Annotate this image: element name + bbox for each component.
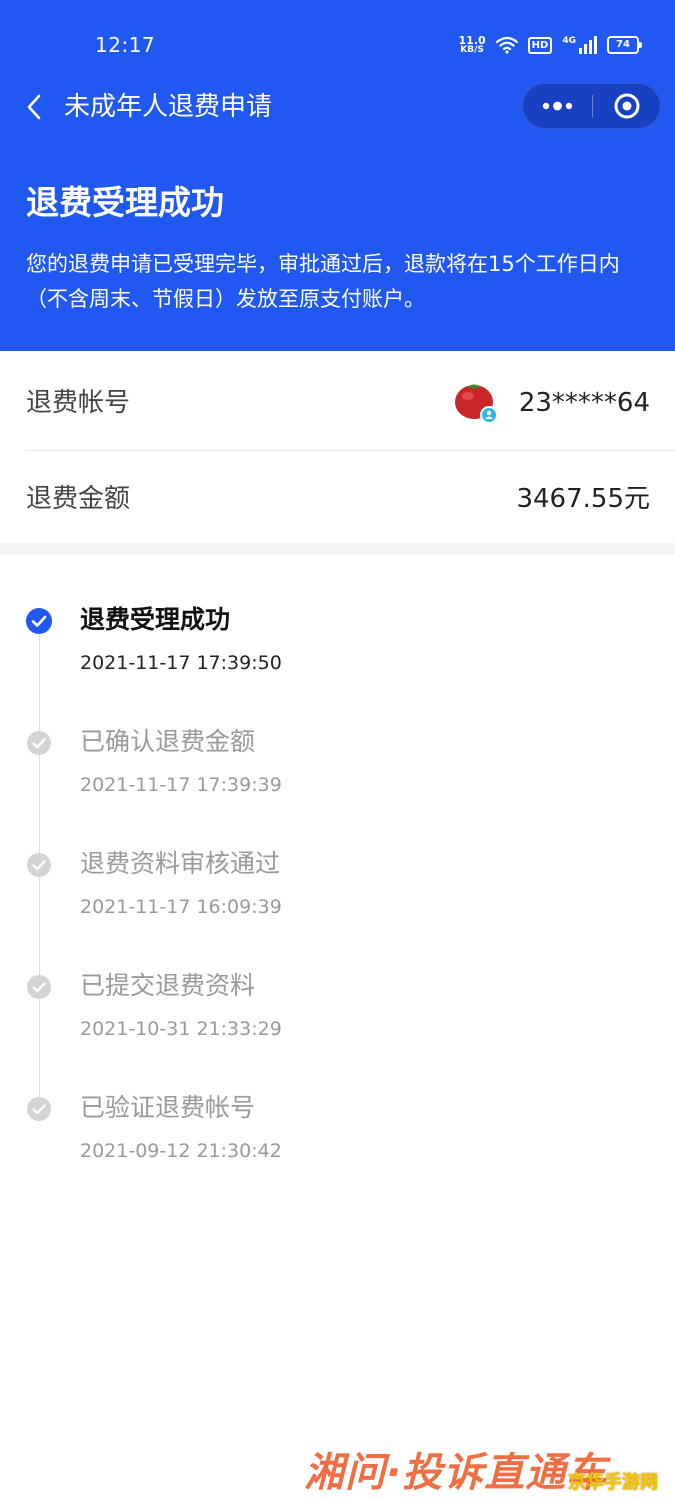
corner-watermark: 京华手游网 [568,1472,658,1493]
amount-row: 退费金额 3467.55元 [0,451,675,546]
network-speed-unit: KB/S [460,45,484,55]
step-title: 退费资料审核通过 [80,849,281,878]
account-label: 退费帐号 [26,388,131,418]
amount-value: 3467.55元 [516,484,650,514]
success-title: 退费受理成功 [26,183,224,222]
step-title: 已验证退费帐号 [80,1093,256,1122]
close-button[interactable] [593,84,660,128]
account-value: 23*****64 [518,388,650,418]
signal-type: 4G [562,36,576,46]
target-circle-icon [614,93,640,119]
wifi-icon [495,36,518,54]
status-bar: 12:17 11.0 KB/S HD 4G 74 [0,0,675,90]
avatar [455,384,498,424]
timeline-step: 退费资料审核通过 2021-11-17 16:09:39 [0,844,675,954]
check-circle-gray-icon [27,731,51,755]
network-speed: 11.0 KB/S [459,35,486,55]
check-circle-gray-icon [27,1097,51,1121]
signal-icon: 4G [562,36,597,54]
page-title: 未成年人退费申请 [64,92,273,122]
step-title: 已提交退费资料 [80,971,256,1000]
step-time: 2021-11-17 17:39:50 [80,652,282,674]
check-circle-icon [26,608,52,634]
more-dots-icon [542,101,573,111]
battery-level: 74 [616,39,630,50]
success-description: 您的退费申请已受理完毕，审批通过后，退款将在15个工作日内（不含周末、节假日）发… [26,252,620,311]
app-root: 12:17 11.0 KB/S HD 4G 74 未成年人退费申请 退费受理成功… [0,0,675,1500]
chevron-left-icon [27,94,41,120]
step-time: 2021-11-17 17:39:39 [80,774,282,796]
step-title: 已确认退费金额 [80,727,256,756]
account-row: 退费帐号 23*****64 [0,355,675,450]
back-button[interactable] [20,92,50,122]
check-circle-gray-icon [27,975,51,999]
battery-icon: 74 [607,36,642,54]
timeline-step: 退费受理成功 2021-11-17 17:39:50 [0,600,675,710]
header-banner: 12:17 11.0 KB/S HD 4G 74 未成年人退费申请 退费受理成功… [0,0,675,351]
step-time: 2021-10-31 21:33:29 [80,1018,282,1040]
nav-bar: 未成年人退费申请 [0,80,675,134]
watermark: 湘问·投诉直通车 [304,1450,608,1496]
check-circle-gray-icon [27,853,51,877]
status-time: 12:17 [95,33,156,57]
step-title: 退费受理成功 [80,605,231,634]
status-icons: 11.0 KB/S HD 4G 74 [459,33,642,57]
step-time: 2021-11-17 16:09:39 [80,896,282,918]
more-button[interactable] [523,84,592,128]
hd-badge: HD [527,36,553,54]
mini-program-capsule [522,83,661,129]
section-gap [0,543,675,555]
step-time: 2021-09-12 21:30:42 [80,1140,282,1162]
amount-label: 退费金额 [26,484,131,514]
timeline-step: 已提交退费资料 2021-10-31 21:33:29 [0,966,675,1076]
timeline-step: 已验证退费帐号 2021-09-12 21:30:42 [0,1088,675,1198]
timeline-step: 已确认退费金额 2021-11-17 17:39:39 [0,722,675,832]
